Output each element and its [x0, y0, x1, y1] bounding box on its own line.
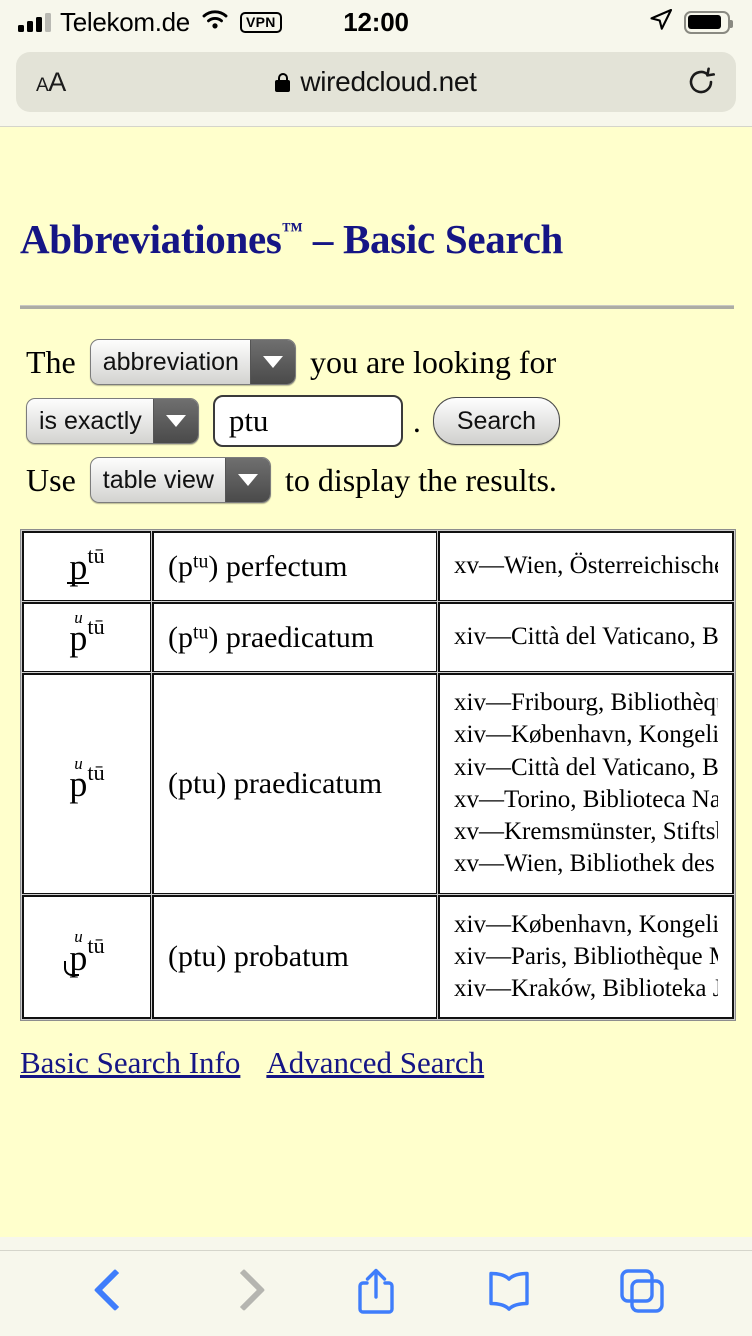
- bookmarks-button[interactable]: [442, 1270, 575, 1317]
- page-title: Abbreviationes™ – Basic Search: [20, 215, 734, 263]
- back-chevron-icon: [97, 1271, 123, 1317]
- share-button[interactable]: [310, 1266, 443, 1321]
- forward-button: [177, 1271, 310, 1317]
- results-table-body: ptū (ptu) perfectum xv—Wien, Österreichisc…: [22, 531, 734, 1020]
- carrier-label: Telekom.de: [60, 6, 190, 37]
- tabs-icon: [618, 1267, 666, 1320]
- vpn-badge: VPN: [239, 11, 282, 33]
- form-middle-label: you are looking for: [309, 343, 557, 380]
- chevron-down-icon: [152, 399, 198, 443]
- abbreviation-glyph: p u tū: [69, 753, 105, 805]
- table-row: p u tū (ptu) praedicatum xiv—Città del Vatic…: [22, 602, 734, 674]
- sources-cell: xv—Wien, Österreichische Nationa: [438, 531, 734, 603]
- match-mode-select-value: is exactly: [39, 406, 142, 435]
- abbreviation-glyph: ptū: [67, 543, 105, 588]
- abbreviation-glyph: p u tū: [64, 927, 105, 978]
- form-use-label: Use: [26, 461, 76, 498]
- expansion-cell: (ptu) praedicatum: [152, 602, 438, 674]
- footer-links: Basic Search Info Advanced Search: [20, 1045, 734, 1081]
- page-title-suffix: – Basic Search: [302, 216, 563, 262]
- url-label: wiredcloud.net: [300, 66, 477, 97]
- abbreviation-glyph-cell: p u tū: [22, 602, 152, 674]
- source-line: xiv—Paris, Bibliothèque Mazarine,: [454, 942, 718, 970]
- search-form: The abbreviation you are looking for is …: [18, 339, 734, 503]
- abbreviation-glyph-cell: p u tū: [22, 894, 152, 1020]
- location-arrow-icon: [648, 7, 674, 38]
- lock-icon: [275, 72, 291, 92]
- chevron-down-icon: [249, 340, 295, 384]
- view-mode-select-value: table view: [102, 465, 214, 494]
- expansion-cell: (ptu) probatum: [152, 894, 438, 1020]
- address-bar[interactable]: AA wiredcloud.net: [16, 52, 736, 112]
- table-row: putū(ptu) probatumxiv—København, Kongeli…: [22, 894, 734, 1020]
- abbreviation-glyph: p u tū: [69, 607, 105, 659]
- view-mode-select[interactable]: table view: [89, 457, 271, 503]
- match-mode-select[interactable]: is exactly: [26, 398, 199, 444]
- source-line: xiv—København, Kongelige Biblio: [454, 910, 718, 938]
- web-page-content: Abbreviationes™ – Basic Search The abbre…: [0, 127, 752, 1237]
- signal-bars-icon: [18, 12, 51, 32]
- page-title-main: Abbreviationes: [20, 216, 282, 262]
- status-bar-right: [648, 7, 733, 38]
- form-use-suffix: to display the results.: [284, 461, 557, 498]
- form-period: .: [412, 402, 421, 439]
- expansion-cell: (ptu) perfectum: [152, 531, 438, 603]
- chevron-down-icon: [224, 458, 270, 502]
- battery-icon: [684, 10, 733, 34]
- abbreviation-glyph-cell: p u tū: [22, 673, 152, 895]
- sources-cell: xiv—København, Kongelige Biblio xiv—Paris…: [438, 894, 734, 1020]
- superscript-u-mark: u: [74, 607, 83, 627]
- superscript-u-mark: u: [74, 927, 83, 947]
- field-type-select-value: abbreviation: [102, 347, 239, 376]
- source-line: xv—Wien, Bibliothek des Dominik: [454, 850, 718, 878]
- source-line: xiv—Città del Vaticano, Biblioteca: [454, 753, 718, 781]
- expansion-cell: (ptu) praedicatum: [152, 673, 438, 895]
- results-table: ptū (ptu) perfectum xv—Wien, Österreichisc…: [20, 529, 736, 1022]
- source-line: xiv—Fribourg, Bibliothèque des Co: [454, 689, 718, 717]
- title-divider: [20, 305, 734, 309]
- table-row: p u tū (ptu) praedicatum xiv—Fribourg, Bibli…: [22, 673, 734, 895]
- advanced-search-link[interactable]: Advanced Search: [266, 1045, 484, 1080]
- status-bar: Telekom.de VPN 12:00: [0, 0, 752, 44]
- text-size-button[interactable]: AA: [36, 67, 66, 98]
- table-row: ptū (ptu) perfectum xv—Wien, Österreichisc…: [22, 531, 734, 603]
- source-line: xv—Torino, Biblioteca Nazionale, (: [454, 785, 718, 813]
- search-input[interactable]: ptu: [212, 395, 403, 447]
- sources-cell: xiv—Città del Vaticano, Biblioteca: [438, 602, 734, 674]
- field-type-select[interactable]: abbreviation: [89, 339, 296, 385]
- back-button[interactable]: [44, 1271, 177, 1317]
- tabs-button[interactable]: [575, 1267, 708, 1320]
- search-button[interactable]: Search: [432, 397, 561, 445]
- source-line: xiv—Città del Vaticano, Biblioteca: [454, 623, 718, 651]
- reload-icon[interactable]: [686, 67, 716, 97]
- share-icon: [355, 1266, 397, 1321]
- abbreviation-glyph-cell: ptū: [22, 531, 152, 603]
- wifi-icon: [199, 8, 231, 37]
- form-prefix-label: The: [26, 343, 76, 380]
- search-form-row-1: The abbreviation you are looking for: [26, 339, 734, 385]
- browser-url-bar-container: AA wiredcloud.net: [0, 44, 752, 127]
- source-line: xv—Kremsmünster, Stiftsbibliothek: [454, 818, 718, 846]
- basic-search-info-link[interactable]: Basic Search Info: [20, 1045, 240, 1080]
- book-icon: [485, 1270, 533, 1317]
- search-form-row-3: Use table view to display the results.: [26, 457, 734, 503]
- source-line: xiv—København, Kongelige Biblio: [454, 721, 718, 749]
- source-line: xv—Wien, Österreichische Nationa: [454, 552, 718, 580]
- trademark-symbol: ™: [281, 218, 303, 243]
- sources-cell: xiv—Fribourg, Bibliothèque des Co xiv—Køb…: [438, 673, 734, 895]
- source-line: xiv—Kraków, Biblioteka Jagiellońs: [454, 975, 718, 1003]
- search-form-row-2: is exactly ptu . Search: [26, 395, 734, 447]
- superscript-u-mark: u: [74, 753, 83, 773]
- status-bar-left: Telekom.de VPN: [18, 7, 282, 38]
- browser-bottom-toolbar: [0, 1250, 752, 1336]
- address-bar-content: wiredcloud.net: [16, 66, 736, 98]
- forward-chevron-icon: [230, 1271, 256, 1317]
